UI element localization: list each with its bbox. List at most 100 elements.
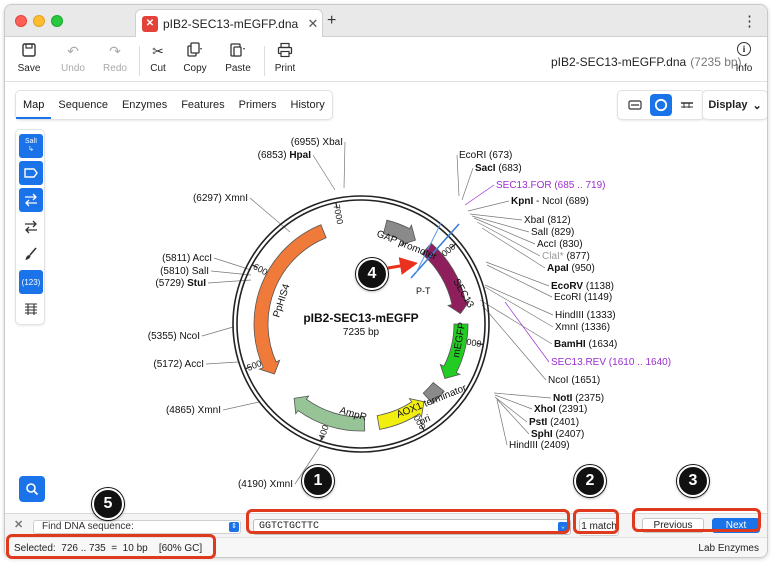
tab-close-icon[interactable]: ✕ bbox=[304, 16, 322, 32]
pt-label: P-T bbox=[416, 286, 431, 296]
scissors-icon: ✂ bbox=[152, 43, 164, 59]
enzyme-label[interactable]: BamHI (1634) bbox=[554, 339, 617, 350]
tab-primers[interactable]: Primers bbox=[232, 91, 284, 119]
enzyme-label[interactable]: (5355) NcoI bbox=[148, 331, 200, 342]
linear-map-icon[interactable] bbox=[624, 94, 646, 116]
primer-label[interactable]: SEC13.REV (1610 .. 1640) bbox=[551, 357, 671, 368]
save-icon bbox=[9, 42, 49, 60]
enzyme-label[interactable]: (5811) AccI bbox=[162, 253, 212, 264]
chevron-down-icon: ⌄ bbox=[752, 99, 762, 112]
enzyme-label[interactable]: ClaI* (877) bbox=[542, 251, 590, 262]
cut-site-icon: ↳ bbox=[28, 146, 34, 153]
enzyme-label[interactable]: EcoRI (1149) bbox=[554, 292, 612, 303]
window-minimize-button[interactable] bbox=[33, 15, 45, 27]
save-label: Save bbox=[17, 63, 41, 74]
find-mode-label: Find DNA sequence: bbox=[42, 521, 134, 532]
enzyme-label[interactable]: (5172) AccI bbox=[153, 359, 204, 370]
enzyme-label[interactable]: XhoI (2391) bbox=[534, 404, 587, 415]
window-close-button[interactable] bbox=[15, 15, 27, 27]
display-menu-button[interactable]: Display ⌄ bbox=[702, 90, 767, 120]
enzyme-label[interactable]: SacI (683) bbox=[475, 163, 522, 174]
undo-button[interactable]: ↶ Undo bbox=[53, 42, 93, 74]
undo-label: Undo bbox=[61, 63, 85, 74]
print-label: Print bbox=[274, 63, 296, 74]
enzyme-label[interactable]: SalI (829) bbox=[531, 227, 574, 238]
close-icon[interactable]: ✕ bbox=[14, 518, 23, 531]
undo-icon: ↶ bbox=[67, 43, 79, 59]
map-view-modes bbox=[617, 90, 705, 120]
enzyme-label[interactable]: EcoRI (673) bbox=[459, 150, 512, 161]
swap-arrows-icon bbox=[25, 220, 37, 234]
find-input-highlight bbox=[246, 509, 570, 534]
info-icon: i bbox=[737, 42, 751, 56]
zoom-search-button[interactable] bbox=[19, 476, 45, 502]
enzyme-label[interactable]: KpnI - NcoI (689) bbox=[511, 196, 589, 207]
print-button[interactable]: Print bbox=[265, 42, 305, 74]
enzyme-label[interactable]: NcoI (1651) bbox=[548, 375, 600, 386]
sequence-map-icon[interactable] bbox=[676, 94, 698, 116]
sali-label: SalI bbox=[24, 138, 38, 145]
info-button[interactable]: i Info bbox=[729, 42, 759, 74]
new-tab-button[interactable]: + bbox=[327, 12, 336, 30]
selection-status-highlight bbox=[6, 534, 216, 559]
enzyme-label[interactable]: ApaI (950) bbox=[547, 263, 595, 274]
enzyme-label[interactable]: (6853) HpaI bbox=[258, 150, 312, 161]
info-label: Info bbox=[735, 63, 753, 74]
enzyme-label[interactable]: XbaI (812) bbox=[524, 215, 571, 226]
callout-2: 2 bbox=[574, 465, 606, 497]
enzyme-label[interactable]: HindIII (1333) bbox=[555, 310, 616, 321]
enzyme-label[interactable]: XmnI (1336) bbox=[555, 322, 610, 333]
features-tool[interactable] bbox=[19, 161, 43, 185]
save-button[interactable]: Save bbox=[9, 42, 49, 74]
view-tabs: Map Sequence Enzymes Features Primers Hi… bbox=[15, 90, 333, 120]
title-bar: ✕ pIB2-SEC13-mEGFP.dna ✕ + ⋮ bbox=[5, 5, 767, 37]
orfs-tool[interactable] bbox=[19, 188, 43, 212]
grid-tool[interactable] bbox=[19, 297, 43, 321]
tab-enzymes[interactable]: Enzymes bbox=[115, 91, 174, 119]
window-maximize-button[interactable] bbox=[51, 15, 63, 27]
reverse-strand-tool[interactable] bbox=[19, 215, 43, 239]
search-icon bbox=[26, 483, 39, 496]
enzyme-label[interactable]: (5810) SalI bbox=[160, 266, 209, 277]
circular-map-icon[interactable] bbox=[650, 94, 672, 116]
snapgene-icon: ✕ bbox=[142, 15, 158, 32]
callout-4: 4 bbox=[356, 258, 388, 290]
count-label: (123) bbox=[21, 277, 41, 287]
enzyme-label[interactable]: SphI (2407) bbox=[531, 429, 584, 440]
cut-button[interactable]: ✂ Cut bbox=[138, 42, 178, 74]
enzyme-label[interactable]: NotI (2375) bbox=[553, 393, 604, 404]
enzyme-label[interactable]: AccI (830) bbox=[537, 239, 583, 250]
display-label: Display bbox=[708, 99, 748, 111]
paste-button[interactable]: Paste bbox=[218, 42, 258, 74]
enzyme-label[interactable]: EcoRV (1138) bbox=[551, 281, 614, 292]
enzyme-set-label[interactable]: Lab Enzymes bbox=[698, 543, 759, 554]
enzyme-label[interactable]: (4190) XmnI bbox=[238, 479, 293, 490]
find-mode-select[interactable]: Find DNA sequence: ⇕ bbox=[33, 520, 241, 534]
plasmid-name: pIB2-SEC13-mEGFP bbox=[303, 311, 418, 325]
more-menu-icon[interactable]: ⋮ bbox=[742, 12, 757, 30]
primer-label[interactable]: SEC13.FOR (685 .. 719) bbox=[496, 180, 606, 191]
tab-sequence[interactable]: Sequence bbox=[51, 91, 115, 119]
enzyme-label[interactable]: (4865) XmnI bbox=[166, 405, 221, 416]
copy-icon bbox=[175, 42, 215, 60]
document-tab[interactable]: ✕ pIB2-SEC13-mEGFP.dna ✕ bbox=[135, 9, 323, 37]
enzyme-label[interactable]: HindIII (2409) bbox=[509, 440, 570, 451]
cut-label: Cut bbox=[150, 63, 166, 74]
chevron-updown-icon: ⇕ bbox=[229, 522, 239, 532]
paint-tool[interactable] bbox=[19, 242, 43, 266]
enzyme-label[interactable]: (6955) XbaI bbox=[291, 137, 343, 148]
enzyme-label[interactable]: (5729) StuI bbox=[155, 278, 206, 289]
redo-button[interactable]: ↷ Redo bbox=[95, 42, 135, 74]
copy-button[interactable]: Copy bbox=[175, 42, 215, 74]
file-name: pIB2-SEC13-mEGFP.dna bbox=[551, 55, 687, 69]
numbering-tool[interactable]: (123) bbox=[19, 270, 43, 294]
callout-3: 3 bbox=[677, 465, 709, 497]
redo-label: Redo bbox=[103, 63, 127, 74]
enzyme-label[interactable]: (6297) XmnI bbox=[193, 193, 248, 204]
tab-history[interactable]: History bbox=[284, 91, 332, 119]
tab-features[interactable]: Features bbox=[174, 91, 231, 119]
enzyme-sites-tool[interactable]: SalI ↳ bbox=[19, 134, 43, 158]
tab-map[interactable]: Map bbox=[16, 91, 52, 119]
enzyme-label[interactable]: PstI (2401) bbox=[529, 417, 579, 428]
nav-buttons-highlight bbox=[632, 508, 761, 532]
